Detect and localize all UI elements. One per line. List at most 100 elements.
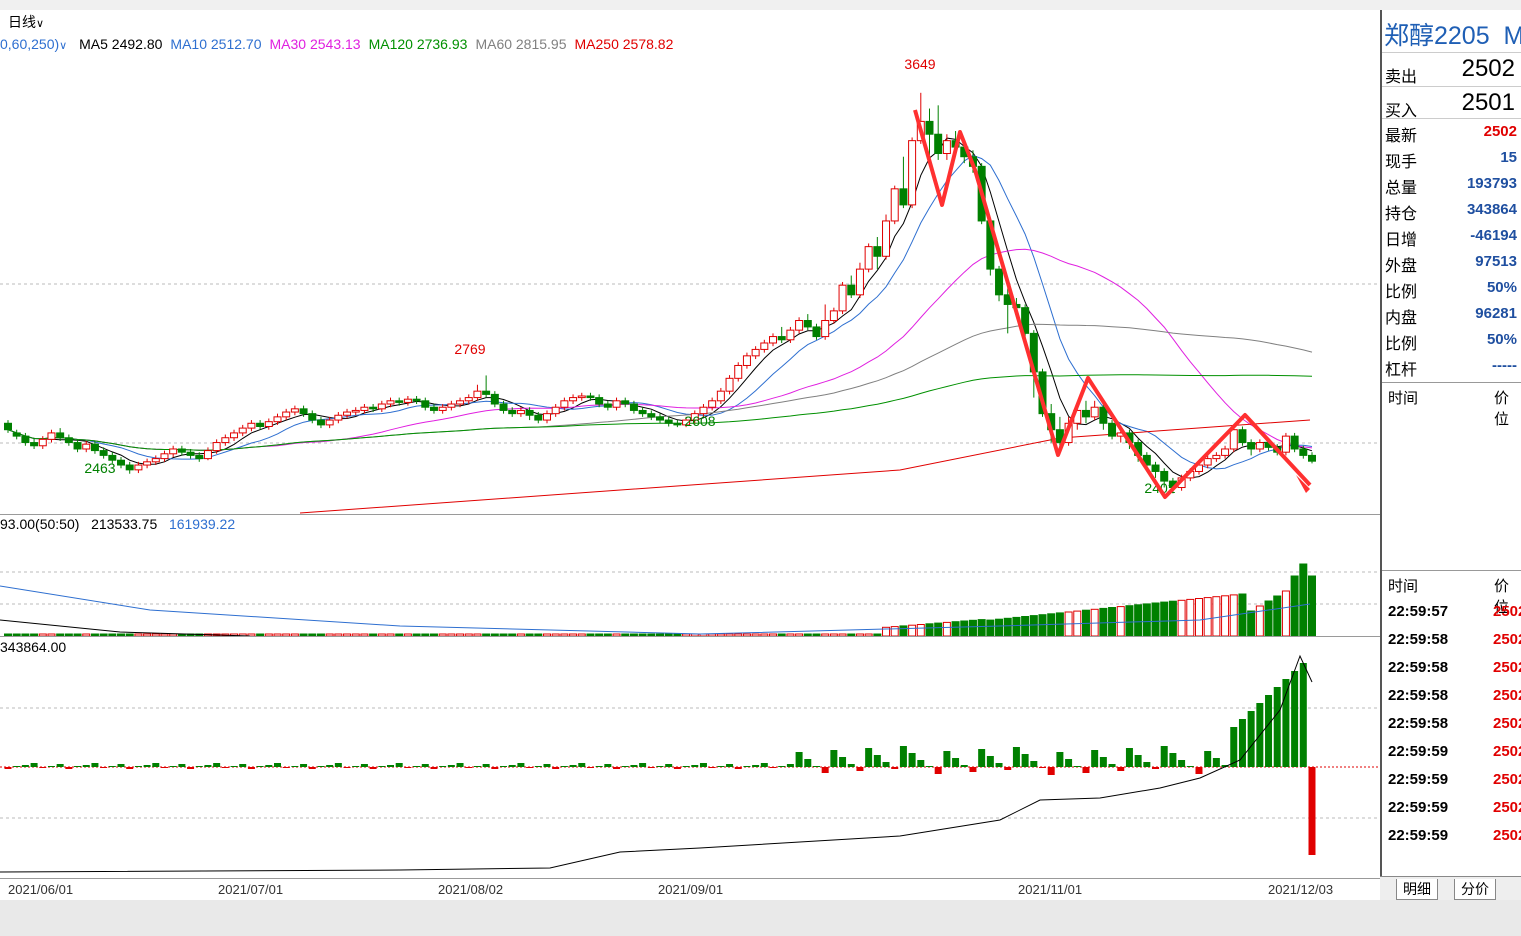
- tab-price[interactable]: 分价: [1454, 879, 1496, 900]
- candle-body: [343, 411, 352, 416]
- oi-change-bar: [30, 763, 38, 767]
- oi-change-bar: [500, 766, 508, 767]
- oi-change-bar: [1039, 767, 1047, 768]
- candle-body: [64, 437, 73, 444]
- oi-change-bar: [699, 763, 707, 767]
- high-price-label: 3649: [904, 56, 935, 72]
- tick-price: 2502: [1493, 687, 1521, 704]
- oi-change-bar: [639, 763, 647, 767]
- volume-legend-3: 161939.22: [168, 516, 236, 532]
- candle-body: [169, 448, 178, 455]
- candle-body: [1299, 448, 1308, 456]
- oi-change-bar: [647, 767, 655, 768]
- tick-time: 22:59:58: [1388, 715, 1449, 732]
- candle-body: [1255, 442, 1264, 450]
- candle-body: [742, 355, 751, 366]
- candle-body: [534, 414, 543, 421]
- tick-price: 2502: [1493, 827, 1521, 844]
- oi-change-bar: [508, 765, 516, 767]
- candle-body: [664, 419, 673, 424]
- oi-change-bar: [39, 767, 47, 768]
- candle-body: [447, 403, 456, 408]
- oi-change-bar: [239, 764, 247, 767]
- candle-body: [438, 406, 447, 411]
- pane-separator: [0, 636, 1380, 637]
- oi-change-bar: [621, 766, 629, 767]
- oi-change-bar: [656, 766, 664, 767]
- chevron-down-icon[interactable]: ∨: [59, 40, 67, 52]
- oi-change-bar: [1247, 711, 1255, 767]
- ma-legend: 0,60,250)∨ MA5 2492.80 MA10 2512.70 MA30 2…: [0, 36, 689, 52]
- oi-legend: 343864.00: [0, 639, 67, 655]
- oi-change-bar: [430, 767, 438, 769]
- oi-change-bar: [439, 766, 447, 767]
- chart-canvas[interactable]: 36492769246326082402: [0, 10, 1380, 878]
- oi-change-bar: [13, 766, 21, 767]
- oi-change-bar: [300, 764, 308, 767]
- tick-price: 2502: [1493, 771, 1521, 788]
- oi-change-bar: [1308, 767, 1316, 855]
- oi-change-bar: [1134, 755, 1142, 767]
- tick-row: 22:59:59 2502: [1382, 766, 1521, 794]
- candle-body: [99, 450, 108, 456]
- panel-tabs: 明细 分价: [1380, 876, 1521, 901]
- oi-change-bar: [952, 758, 960, 767]
- candle-body: [1229, 429, 1238, 450]
- oi-change-bar: [865, 748, 873, 767]
- symbol-title: 郑醇2205 M: [1384, 16, 1521, 52]
- date-tick: 2021/11/01: [1018, 882, 1083, 897]
- oi-change-bar: [673, 767, 681, 769]
- oi-change-bar: [421, 764, 429, 767]
- oi-change-bar: [247, 767, 255, 769]
- candle-body: [1238, 429, 1247, 444]
- oi-change-bar: [986, 756, 994, 767]
- ma-line: [7, 323, 1313, 451]
- candle-body: [308, 413, 317, 421]
- oi-change-bar: [1125, 748, 1133, 767]
- oi-change-bar: [769, 767, 777, 768]
- volume-bar: [968, 619, 977, 637]
- oi-change-bar: [213, 763, 221, 767]
- candle-body: [82, 443, 91, 450]
- oi-change-bar: [282, 767, 290, 768]
- candle-body: [612, 400, 621, 408]
- candle-body: [647, 413, 656, 418]
- tick-time: 22:59:59: [1388, 743, 1449, 760]
- oi-change-bar: [734, 767, 742, 769]
- price-label: 2608: [684, 413, 715, 429]
- ma-params[interactable]: 0,60,250): [0, 36, 59, 52]
- candle-body: [942, 140, 951, 155]
- quote-label: 外盘: [1385, 258, 1418, 275]
- volume-bar: [1264, 600, 1273, 637]
- volume-bar: [1203, 597, 1212, 637]
- oi-change-bar: [395, 763, 403, 767]
- oi-change-bar: [482, 764, 490, 767]
- period-selector[interactable]: 日线∨: [8, 12, 44, 32]
- oi-change-bar: [256, 766, 264, 767]
- oi-change-bar: [908, 753, 916, 767]
- oi-change-bar: [65, 767, 73, 769]
- quote-value: 2502: [1483, 123, 1517, 140]
- oi-change-bar: [934, 767, 942, 774]
- candle-body: [569, 397, 578, 402]
- ma-legend-item: MA250 2578.82: [574, 36, 674, 52]
- ticks-header-2: 时间 价位: [1382, 570, 1521, 616]
- quote-value: -----: [1492, 357, 1517, 374]
- tab-detail[interactable]: 明细: [1396, 879, 1438, 900]
- volume-bar: [1108, 607, 1117, 637]
- quote-row: 杠杆 -----: [1382, 353, 1521, 379]
- oi-change-bar: [1143, 762, 1151, 767]
- candle-body: [864, 246, 873, 270]
- volume-bar: [1038, 614, 1047, 637]
- oi-change-bar: [1186, 766, 1194, 767]
- candle-body: [12, 432, 21, 437]
- bid-row: 买入 2501: [1382, 86, 1521, 121]
- oi-change-bar: [360, 764, 368, 767]
- quote-row: 持仓 343864: [1382, 197, 1521, 223]
- candle-body: [256, 422, 265, 427]
- tick-time: 22:59:58: [1388, 631, 1449, 648]
- volume-bar: [1177, 599, 1186, 637]
- oi-change-bar: [830, 750, 838, 767]
- candle-body: [1081, 409, 1090, 418]
- volume-bar: [1116, 606, 1125, 637]
